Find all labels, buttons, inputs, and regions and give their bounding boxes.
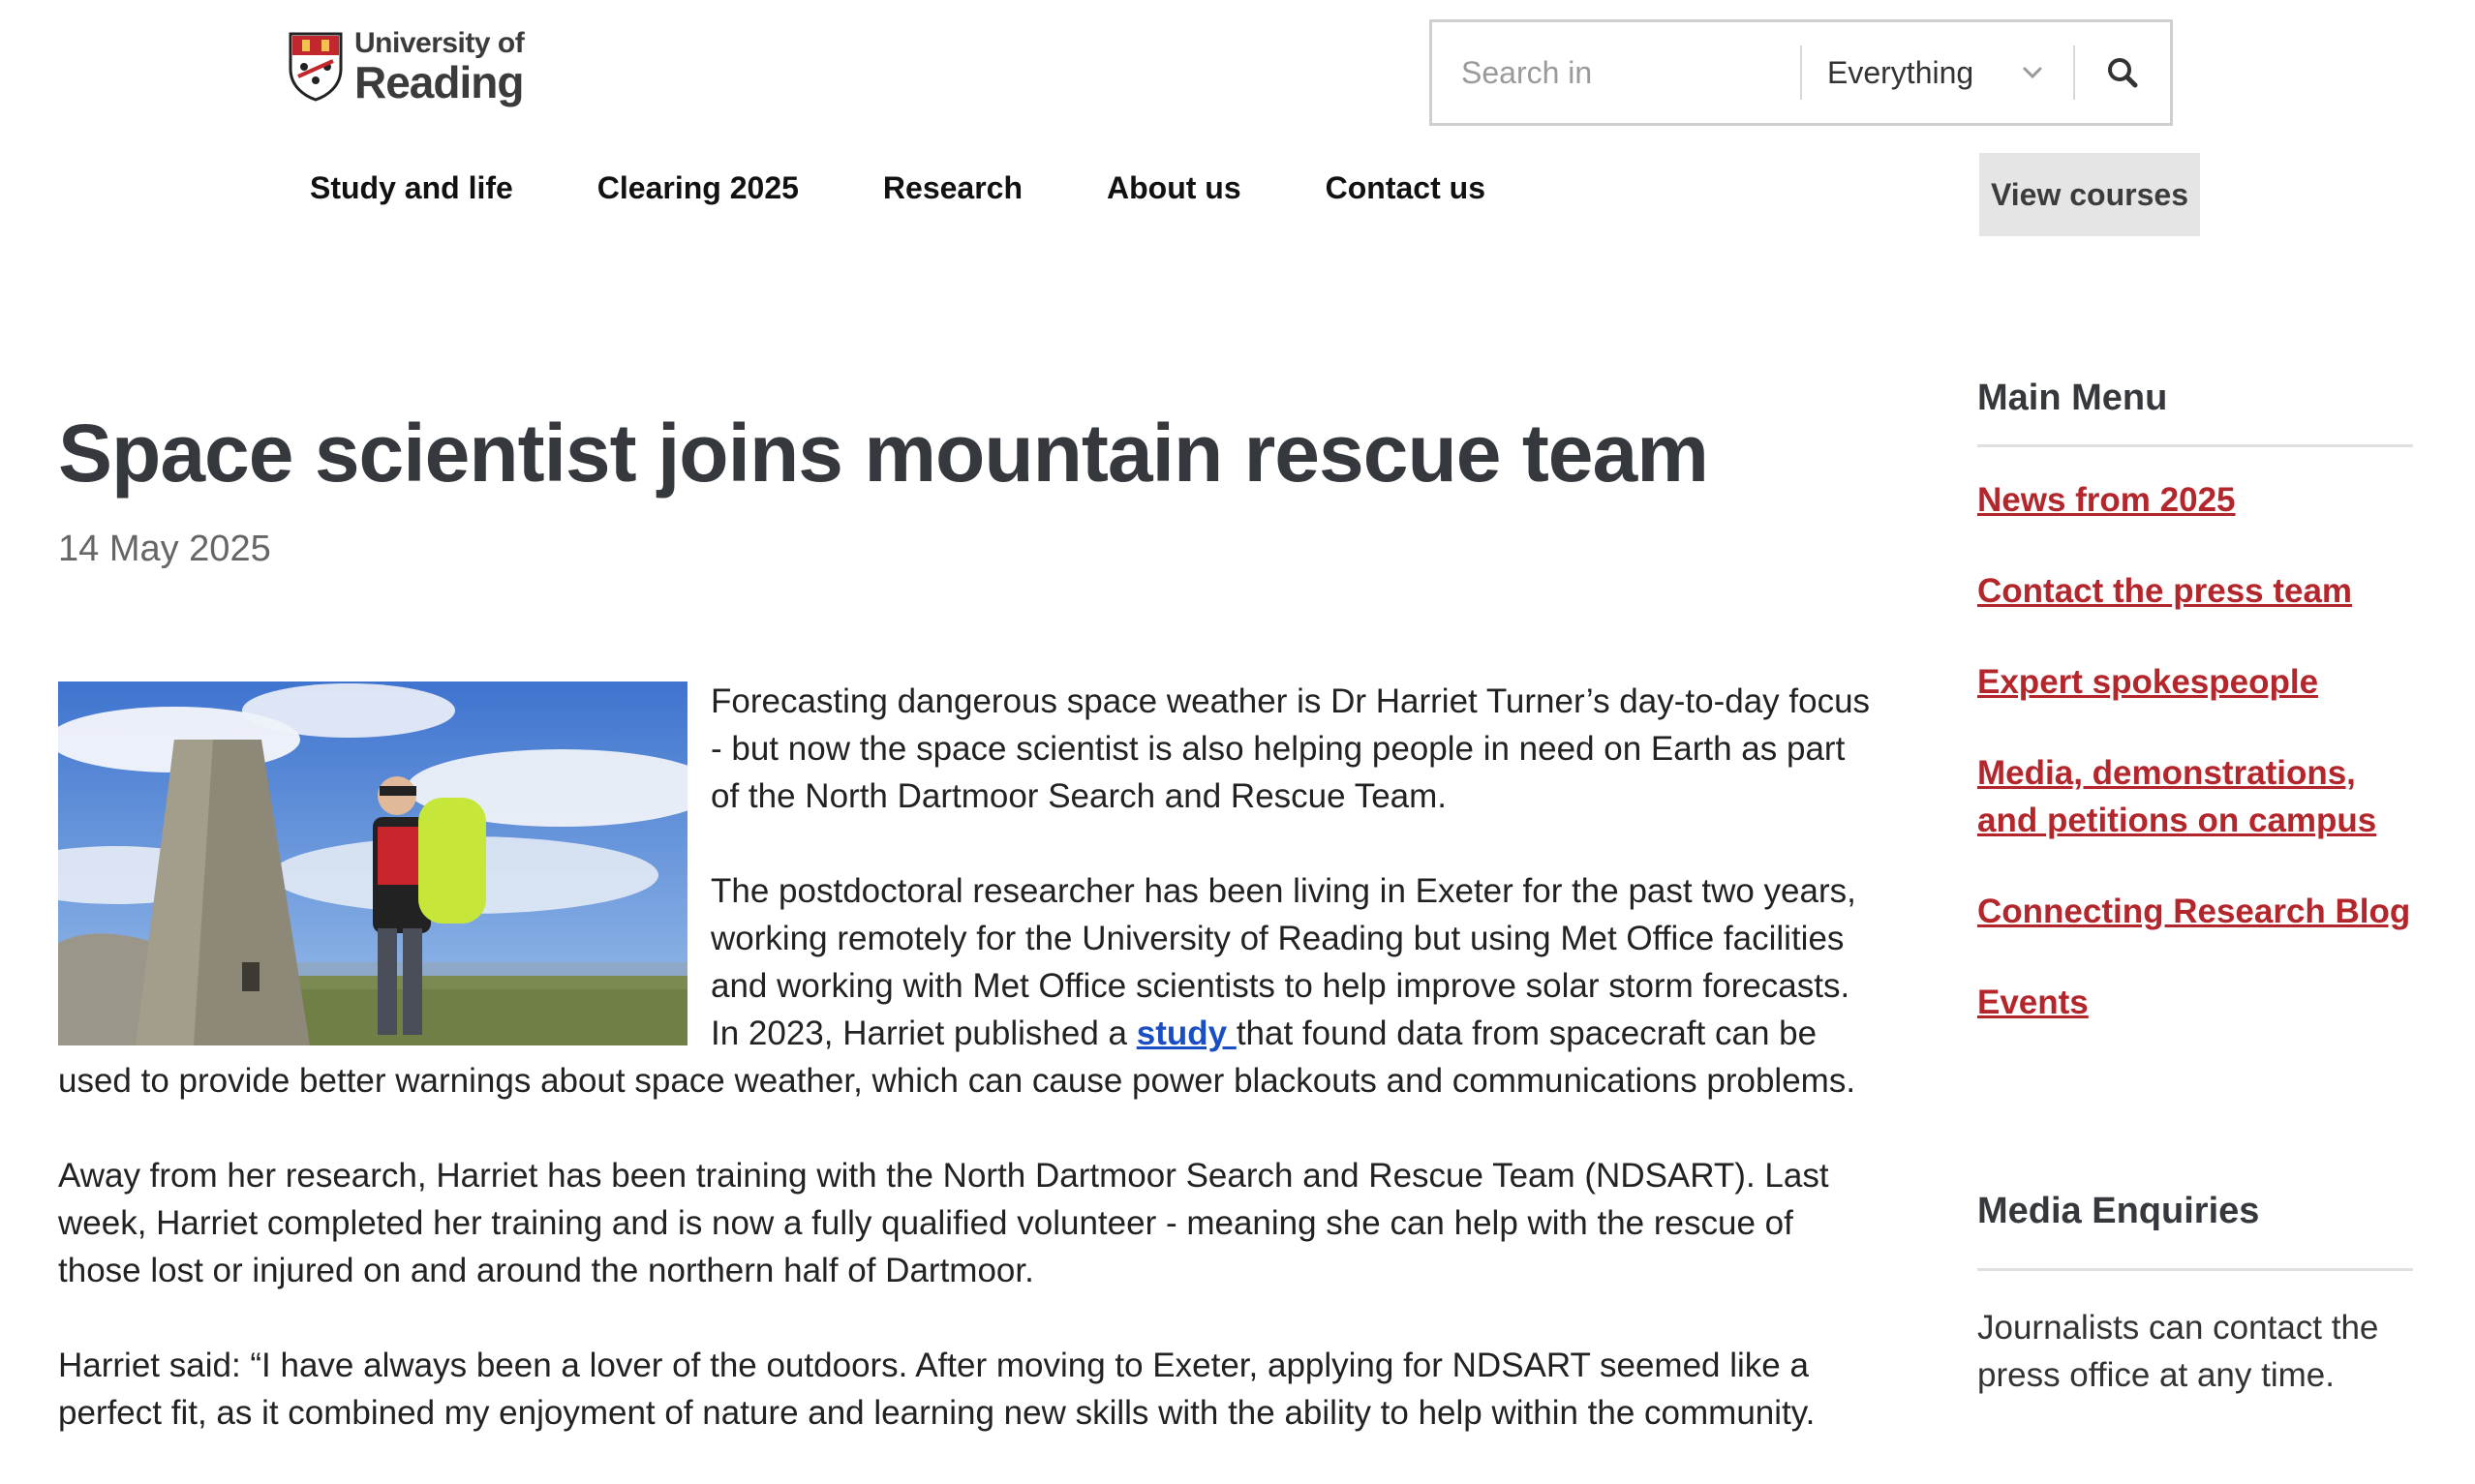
view-courses-button[interactable]: View courses xyxy=(1979,153,2200,236)
sidebar-link-research-blog[interactable]: Connecting Research Blog xyxy=(1977,888,2413,935)
university-logo[interactable]: University of Reading xyxy=(289,27,525,107)
logo-text-line2: Reading xyxy=(354,57,524,107)
media-enquiries-heading: Media Enquiries xyxy=(1977,1191,2260,1231)
search-icon xyxy=(2108,58,2138,88)
sidebar: Main Menu News from 2025 Contact the pre… xyxy=(1977,378,2413,1070)
media-enquiries-text: Journalists can contact the press office… xyxy=(1977,1309,2379,1394)
nav-about-us[interactable]: About us xyxy=(1107,170,1241,206)
photo-scene xyxy=(58,681,688,1045)
logo-text-line1: University of xyxy=(354,27,525,59)
sidebar-heading: Main Menu xyxy=(1977,378,2168,418)
article-paragraph-3: Away from her research, Harriet has been… xyxy=(58,1157,1829,1289)
search-scope-value: Everything xyxy=(1827,54,1974,90)
sidebar-links: News from 2025 Contact the press team Ex… xyxy=(1977,476,2413,1026)
sidebar-link-events[interactable]: Events xyxy=(1977,979,2413,1026)
university-crest-icon xyxy=(289,32,343,102)
search-button[interactable] xyxy=(2075,22,2170,123)
article-body: Forecasting dangerous space weather is D… xyxy=(58,678,1879,1484)
search-scope-select[interactable]: Everything xyxy=(1802,22,2073,123)
article-photo xyxy=(58,681,688,1045)
main-nav: Study and life Clearing 2025 Research Ab… xyxy=(310,170,1570,206)
study-link[interactable]: study xyxy=(1137,1015,1237,1052)
search-bar: Everything xyxy=(1429,19,2173,126)
page-title: Space scientist joins mountain rescue te… xyxy=(58,408,1709,499)
nav-contact-us[interactable]: Contact us xyxy=(1326,170,1485,206)
chevron-down-icon xyxy=(2023,67,2042,79)
article-paragraph-4: Harriet said: “I have always been a love… xyxy=(58,1347,1816,1432)
nav-study-and-life[interactable]: Study and life xyxy=(310,170,513,206)
search-input[interactable] xyxy=(1432,22,1800,123)
sidebar-link-press-team[interactable]: Contact the press team xyxy=(1977,567,2413,615)
sidebar-link-news[interactable]: News from 2025 xyxy=(1977,476,2413,524)
sidebar-link-media-campus[interactable]: Media, demonstrations, and petitions on … xyxy=(1977,749,2413,844)
sidebar-divider xyxy=(1977,444,2413,447)
article-date: 14 May 2025 xyxy=(58,529,271,569)
nav-clearing-2025[interactable]: Clearing 2025 xyxy=(597,170,799,206)
nav-research[interactable]: Research xyxy=(883,170,1023,206)
media-divider xyxy=(1977,1268,2413,1271)
sidebar-link-spokespeople[interactable]: Expert spokespeople xyxy=(1977,658,2413,706)
